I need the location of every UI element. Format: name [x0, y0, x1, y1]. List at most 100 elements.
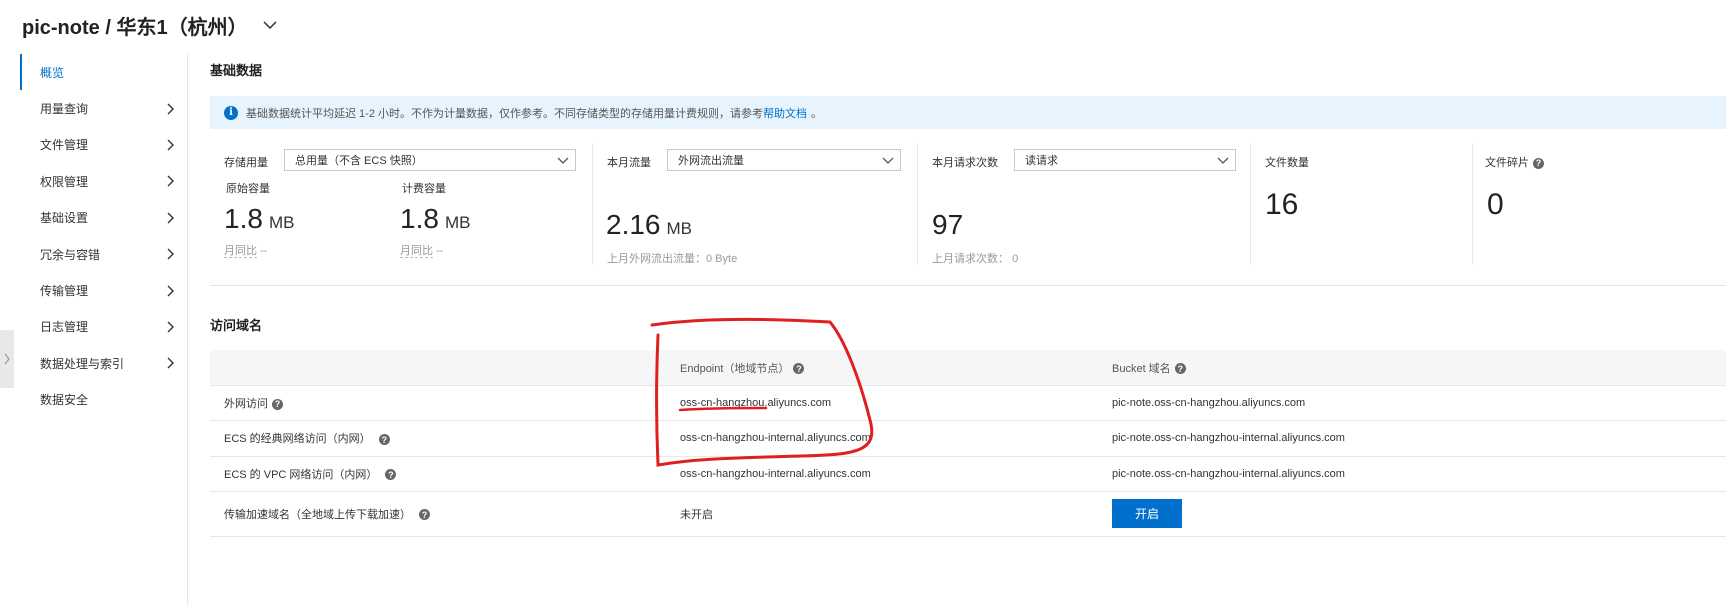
billed-capacity-number: 1.8 — [400, 203, 439, 234]
row-endpoint[interactable]: oss-cn-hangzhou-internal.aliyuncs.com — [680, 432, 1112, 444]
traffic-type-select[interactable]: 外网流出流量 — [667, 149, 901, 171]
help-doc-link[interactable]: 帮助文档 — [763, 105, 807, 121]
sidebar-item-overview[interactable]: 概览 — [20, 54, 187, 91]
sidebar-item-logs[interactable]: 日志管理 — [20, 309, 187, 345]
enable-accel-button[interactable]: 开启 — [1112, 499, 1182, 529]
sidebar-item-files[interactable]: 文件管理 — [20, 127, 187, 163]
traffic-unit: MB — [666, 219, 693, 238]
chevron-right-icon — [167, 175, 174, 187]
traffic-prev: 上月外网流出流量：0 Byte — [607, 253, 738, 265]
sidebar-item-data-security[interactable]: 数据安全 — [20, 382, 187, 418]
chevron-right-icon — [167, 357, 174, 369]
chevron-right-icon — [167, 321, 174, 333]
billed-capacity-value: 1.8 MB — [400, 203, 470, 235]
stat-traffic: 本月流量 外网流出流量 2.16 MB 上月外网流出流量：0 Byte — [593, 143, 916, 265]
sidebar-item-usage[interactable]: 用量查询 — [20, 90, 187, 126]
raw-capacity-unit: MB — [268, 213, 295, 232]
row-bucket[interactable]: pic-note.oss-cn-hangzhou-internal.aliyun… — [1112, 468, 1726, 480]
billed-capacity-unit: MB — [444, 213, 471, 232]
chevron-right-icon — [167, 285, 174, 297]
help-icon[interactable]: ? — [1174, 363, 1186, 375]
traffic-number: 2.16 — [606, 209, 661, 240]
help-icon[interactable]: ? — [419, 509, 430, 521]
traffic-select-value: 外网流出流量 — [678, 155, 744, 167]
chevron-down-icon — [557, 157, 569, 164]
row-name: 传输加速域名（全地域上传下载加速）? — [210, 506, 680, 522]
help-icon[interactable]: ? — [272, 398, 283, 410]
row-name: ECS 的 VPC 网络访问（内网）? — [210, 466, 680, 482]
requests-prev-value: 0 — [1012, 253, 1019, 265]
requests-select-value: 读请求 — [1025, 155, 1058, 167]
row-name: ECS 的经典网络访问（内网）? — [210, 430, 680, 446]
help-icon[interactable]: ? — [378, 434, 390, 446]
row-bucket[interactable]: pic-note.oss-cn-hangzhou-internal.aliyun… — [1112, 432, 1726, 444]
chevron-down-icon — [882, 157, 894, 164]
header-bucket-label: Bucket 域名 — [1112, 362, 1171, 375]
sidebar-nav: 概览 用量查询 文件管理 权限管理 基础设置 冗余与容错 传输管理 日志管理 数… — [20, 54, 188, 605]
table-row: 传输加速域名（全地域上传下载加速）? 未开启 开启 — [210, 492, 1726, 537]
sidebar-item-label: 权限管理 — [40, 174, 89, 189]
billed-mom-label: 月同比 — [400, 245, 433, 258]
header-cell-bucket: Bucket 域名? — [1112, 360, 1726, 376]
fragments-value: 0 — [1487, 188, 1504, 221]
fragments-label-text: 文件碎片 — [1485, 157, 1529, 169]
table-row: 外网访问? oss-cn-hangzhou.aliyuncs.com pic-n… — [210, 386, 1726, 422]
traffic-value: 2.16 MB — [606, 209, 692, 241]
help-icon[interactable]: ? — [793, 363, 805, 375]
sidebar-item-label: 用量查询 — [40, 102, 89, 117]
chevron-right-icon — [167, 248, 174, 260]
storage-label: 存储用量 — [224, 157, 268, 169]
accel-status: 未开启 — [680, 508, 713, 521]
chevron-right-icon — [167, 103, 174, 115]
table-row: ECS 的经典网络访问（内网）? oss-cn-hangzhou-interna… — [210, 421, 1726, 457]
requests-type-select[interactable]: 读请求 — [1014, 149, 1236, 171]
storage-type-select[interactable]: 总用量（不含 ECS 快照） — [284, 149, 576, 171]
stat-requests: 本月请求次数 读请求 97 上月请求次数： 0 — [918, 143, 1250, 265]
chevron-down-icon — [1217, 157, 1229, 164]
sidebar-collapse-handle[interactable] — [0, 330, 14, 388]
section-title-basic: 基础数据 — [210, 63, 263, 78]
sidebar-item-basic-settings[interactable]: 基础设置 — [20, 200, 187, 236]
stat-storage: 存储用量 总用量（不含 ECS 快照） 原始容量 1.8 MB 月同比 -- 计费… — [210, 143, 592, 265]
header-endpoint-label: Endpoint（地域节点） — [680, 362, 790, 375]
row-name-text: ECS 的 VPC 网络访问（内网） — [224, 468, 378, 481]
stat-fragments: 文件碎片? 0 — [1473, 143, 1673, 265]
sidebar-item-label: 冗余与容错 — [40, 247, 101, 262]
chevron-right-icon — [167, 139, 174, 151]
row-endpoint[interactable]: oss-cn-hangzhou.aliyuncs.com — [680, 397, 1112, 409]
billed-mom: 月同比 -- — [400, 242, 443, 258]
requests-prev: 上月请求次数： 0 — [932, 250, 1018, 266]
row-name-text: 外网访问 — [224, 398, 268, 411]
requests-prev-label: 上月请求次数： — [932, 253, 1009, 265]
section-title-domains: 访问域名 — [210, 318, 263, 333]
help-icon[interactable]: ? — [1533, 157, 1544, 169]
billed-mom-value: -- — [436, 245, 444, 257]
sidebar-item-data-processing[interactable]: 数据处理与索引 — [20, 345, 187, 381]
sidebar-item-transfer[interactable]: 传输管理 — [20, 272, 187, 308]
domains-table: Endpoint（地域节点）? Bucket 域名? 外网访问? oss-cn-… — [210, 350, 1726, 537]
sidebar-item-permissions[interactable]: 权限管理 — [20, 163, 187, 199]
row-name: 外网访问? — [210, 395, 680, 411]
main-content: 基础数据 i 基础数据统计平均延迟 1-2 小时。不作为计量数据，仅作参考。不同… — [210, 0, 1726, 605]
sidebar-item-label: 文件管理 — [40, 138, 89, 153]
stat-file-count: 文件数量 16 — [1251, 143, 1471, 265]
section-divider — [210, 285, 1726, 286]
file-count-label: 文件数量 — [1265, 157, 1309, 169]
row-bucket[interactable]: pic-note.oss-cn-hangzhou.aliyuncs.com — [1112, 397, 1726, 409]
table-row: ECS 的 VPC 网络访问（内网）? oss-cn-hangzhou-inte… — [210, 457, 1726, 492]
raw-capacity-label: 原始容量 — [226, 183, 270, 195]
info-icon: i — [224, 105, 238, 120]
requests-value: 97 — [932, 209, 964, 240]
help-icon[interactable]: ? — [385, 469, 397, 481]
row-endpoint[interactable]: oss-cn-hangzhou-internal.aliyuncs.com — [680, 468, 1112, 480]
sidebar-item-redundancy[interactable]: 冗余与容错 — [20, 236, 187, 272]
fragments-label: 文件碎片? — [1485, 154, 1544, 170]
sidebar-item-label: 概览 — [40, 65, 65, 80]
storage-select-value: 总用量（不含 ECS 快照） — [295, 155, 423, 167]
row-name-text: ECS 的经典网络访问（内网） — [224, 433, 371, 446]
sidebar-item-label: 数据处理与索引 — [40, 356, 125, 371]
row-name-text: 传输加速域名（全地域上传下载加速） — [224, 508, 411, 521]
raw-mom: 月同比 -- — [224, 242, 267, 258]
traffic-label: 本月流量 — [607, 157, 651, 169]
header-cell-endpoint: Endpoint（地域节点）? — [680, 360, 1112, 376]
